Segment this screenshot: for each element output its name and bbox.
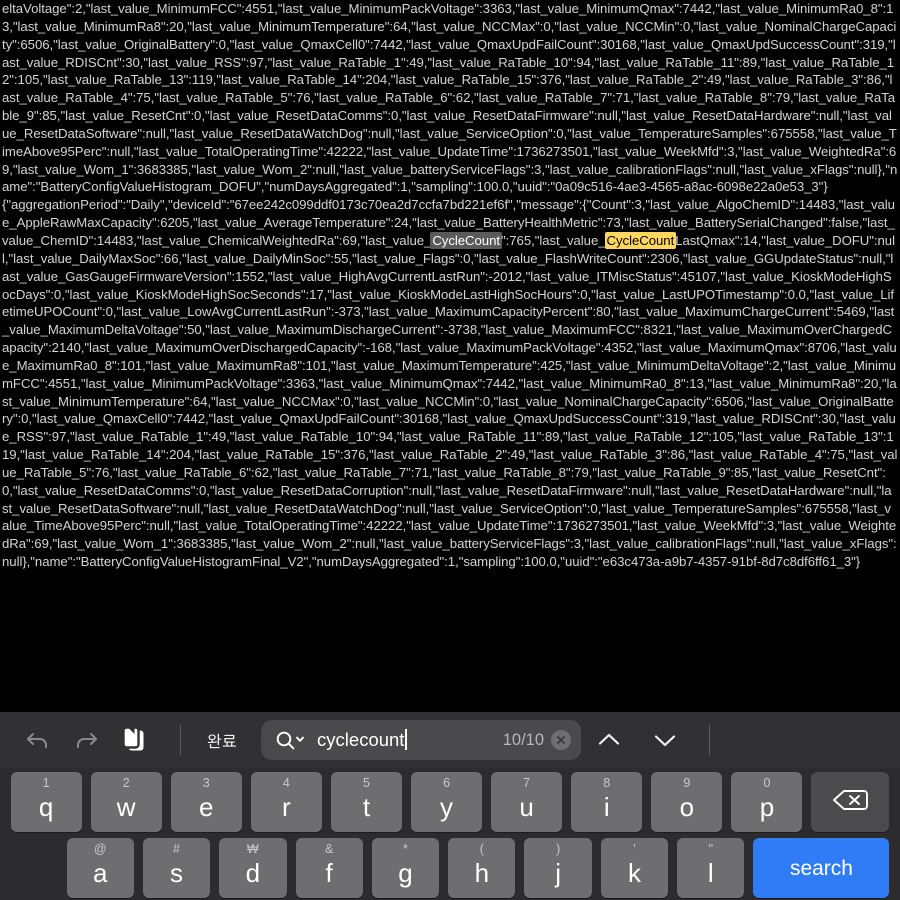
key-label: p xyxy=(759,792,775,822)
key-t[interactable]: 5t xyxy=(330,772,402,832)
undo-icon[interactable] xyxy=(14,718,62,762)
previous-match-button[interactable] xyxy=(581,718,637,762)
key-label: h xyxy=(474,858,490,888)
key-l[interactable]: " l xyxy=(677,838,745,898)
key-alt-label: * xyxy=(403,842,408,856)
text-caret xyxy=(405,729,408,750)
key-label: r xyxy=(282,792,291,822)
toolbar-divider-right xyxy=(709,725,711,755)
key-h[interactable]: (h xyxy=(448,838,516,898)
key-label: g xyxy=(398,858,413,888)
search-key[interactable]: search xyxy=(753,838,890,898)
key-label: y xyxy=(440,792,454,822)
key-alt-label: 7 xyxy=(523,776,531,790)
key-j[interactable]: ) j xyxy=(524,838,592,898)
key-u[interactable]: 7u xyxy=(491,772,563,832)
key-label: i xyxy=(603,792,610,822)
match-count: 10/10 xyxy=(502,730,545,749)
key-alt-label: 6 xyxy=(443,776,451,790)
key-alt-label: 1 xyxy=(42,776,50,790)
key-i[interactable]: 8i xyxy=(571,772,643,832)
keyboard-row-1: 1q2w3e4r5t6y7u8i9o0p xyxy=(6,772,894,838)
key-alt-label: " xyxy=(708,842,714,856)
key-label: a xyxy=(92,858,108,888)
paste-icon[interactable] xyxy=(110,718,158,762)
key-label: t xyxy=(362,792,371,822)
key-q[interactable]: 1q xyxy=(10,772,82,832)
key-alt-label: ( xyxy=(479,842,484,856)
key-alt-label: @ xyxy=(93,842,107,856)
key-label: o xyxy=(679,792,695,822)
key-e[interactable]: 3e xyxy=(170,772,242,832)
key-label: j xyxy=(555,858,562,888)
key-alt-label: ' xyxy=(633,842,636,856)
key-a[interactable]: @ a xyxy=(66,838,134,898)
key-s[interactable]: # s xyxy=(142,838,211,898)
search-field[interactable]: cyclecount 10/10 xyxy=(261,720,582,760)
key-alt-label: 4 xyxy=(282,776,290,790)
delete-key[interactable] xyxy=(811,772,890,832)
key-label: w xyxy=(116,792,136,822)
key-p[interactable]: 0p xyxy=(731,772,803,832)
key-alt-label: 0 xyxy=(763,776,771,790)
key-label: u xyxy=(519,792,534,822)
key-alt-label: ₩ xyxy=(246,842,259,856)
key-g[interactable]: * g xyxy=(371,838,440,898)
key-alt-label: ) xyxy=(556,842,561,856)
key-alt-label: 9 xyxy=(683,776,691,790)
search-match: CycleCount xyxy=(604,231,677,249)
key-alt-label: 5 xyxy=(362,776,370,790)
key-o[interactable]: 9o xyxy=(651,772,723,832)
key-label: l xyxy=(707,858,714,888)
document-content[interactable]: eltaVoltage":2,"last_value_MinimumFCC":4… xyxy=(0,0,900,712)
json-block: eltaVoltage":2,"last_value_MinimumFCC":4… xyxy=(2,1,898,195)
toolbar-divider xyxy=(180,725,181,755)
key-alt-label: 8 xyxy=(603,776,611,790)
json-block: {"aggregationPeriod":"Daily","deviceId":… xyxy=(2,197,898,570)
key-r[interactable]: 4r xyxy=(250,772,322,832)
backspace-icon xyxy=(831,786,869,819)
keyboard-row-2: @ a # s ₩ d & f * g(h) j ' k " l search xyxy=(6,838,894,900)
key-label: f xyxy=(325,858,333,888)
find-toolbar: 완료 cyclecount 10/10 xyxy=(0,712,900,768)
redo-icon[interactable] xyxy=(62,718,110,762)
next-match-button[interactable] xyxy=(637,718,693,762)
find-in-page-screen: eltaVoltage":2,"last_value_MinimumFCC":4… xyxy=(0,0,900,900)
key-alt-label: & xyxy=(324,842,334,856)
key-alt-label: 3 xyxy=(202,776,210,790)
key-d[interactable]: ₩ d xyxy=(219,838,287,898)
key-k[interactable]: ' k xyxy=(600,838,669,898)
key-label: e xyxy=(199,792,214,822)
search-icon[interactable] xyxy=(275,730,305,750)
key-w[interactable]: 2w xyxy=(90,772,162,832)
key-label: d xyxy=(245,858,261,888)
key-label: s xyxy=(170,858,183,888)
key-alt-label: # xyxy=(173,842,180,856)
search-input[interactable]: cyclecount xyxy=(317,729,503,751)
key-label: k xyxy=(627,858,641,888)
done-button[interactable]: 완료 xyxy=(197,728,247,752)
key-y[interactable]: 6y xyxy=(411,772,483,832)
clear-search-icon[interactable] xyxy=(551,730,572,750)
key-label: q xyxy=(38,792,54,822)
key-alt-label: 2 xyxy=(122,776,130,790)
key-f[interactable]: & f xyxy=(295,838,363,898)
search-key-label: search xyxy=(789,856,853,880)
current-search-match: CycleCount xyxy=(430,231,502,249)
on-screen-keyboard: 1q2w3e4r5t6y7u8i9o0p @ a # s ₩ d & f * g(h) j ' k " l s… xyxy=(0,768,900,900)
